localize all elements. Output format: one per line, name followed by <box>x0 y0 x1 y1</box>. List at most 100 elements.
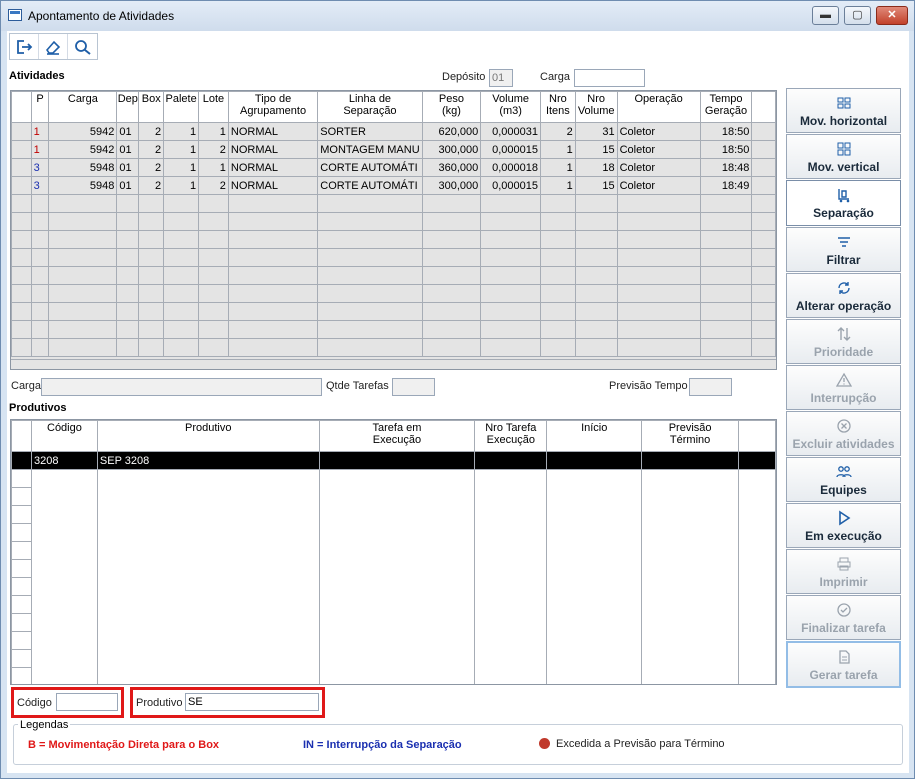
clear-button[interactable] <box>39 34 68 59</box>
excluir-atividades-button[interactable]: Excluir atividades <box>786 411 901 456</box>
row-selector[interactable] <box>11 122 32 141</box>
maximize-button[interactable]: ▢ <box>844 6 871 25</box>
column-header[interactable]: Operação <box>616 91 701 123</box>
atividades-scrollbar[interactable] <box>11 359 776 369</box>
column-header[interactable]: Tempo Geração <box>699 91 753 123</box>
row-selector[interactable] <box>11 559 32 578</box>
table-row[interactable] <box>11 523 776 542</box>
row-selector[interactable] <box>11 541 32 560</box>
row-selector[interactable] <box>11 158 32 177</box>
finalizar-tarefa-button[interactable]: Finalizar tarefa <box>786 595 901 640</box>
alterar-operação-button[interactable]: Alterar operação <box>786 273 901 318</box>
filtrar-button[interactable]: Filtrar <box>786 227 901 272</box>
table-row[interactable] <box>11 667 776 684</box>
column-header[interactable]: Palete <box>163 91 200 123</box>
row-selector[interactable] <box>11 212 32 231</box>
column-header[interactable]: Dep <box>116 91 140 123</box>
column-header[interactable]: Volume (m3) <box>480 91 542 123</box>
produtivo-filter-input[interactable]: SE <box>185 693 319 711</box>
table-row[interactable] <box>11 266 776 285</box>
row-selector[interactable] <box>11 320 32 339</box>
equipes-button[interactable]: Equipes <box>786 457 901 502</box>
table-row[interactable] <box>11 230 776 249</box>
table-row[interactable] <box>11 194 776 213</box>
interrupção-button[interactable]: Interrupção <box>786 365 901 410</box>
column-header[interactable]: Produtivo <box>96 420 320 452</box>
table-row[interactable] <box>11 559 776 578</box>
table-row[interactable] <box>11 338 776 357</box>
row-selector[interactable] <box>11 577 32 596</box>
row-selector[interactable] <box>11 230 32 249</box>
row-selector[interactable] <box>11 613 32 632</box>
table-row[interactable]: 1 5942 01 2 1 1 NORMAL SORTER 620,000 0,000031 2 31… <box>11 122 776 141</box>
previsao-tempo-field[interactable] <box>689 378 732 396</box>
table-row[interactable] <box>11 577 776 596</box>
column-header[interactable]: Peso (kg) <box>421 91 482 123</box>
row-selector[interactable] <box>11 176 32 195</box>
row-selector[interactable] <box>11 649 32 668</box>
table-row[interactable]: 3 5948 01 2 1 1 NORMAL CORTE AUTOMÁTI 360,000 0,0… <box>11 158 776 177</box>
row-selector[interactable] <box>11 487 32 506</box>
column-header[interactable]: Tarefa em Execução <box>318 420 476 452</box>
row-selector[interactable] <box>11 631 32 650</box>
table-row[interactable] <box>11 212 776 231</box>
separação-button[interactable]: Separação <box>786 180 901 226</box>
column-header[interactable] <box>11 420 32 452</box>
table-row[interactable] <box>11 541 776 560</box>
table-row[interactable] <box>11 284 776 303</box>
table-row[interactable] <box>11 487 776 506</box>
table-row[interactable] <box>11 505 776 524</box>
column-header[interactable]: Carga <box>48 91 118 123</box>
table-row[interactable]: 3 5948 01 2 1 2 NORMAL CORTE AUTOMÁTI 300,000 0,0… <box>11 176 776 195</box>
column-header[interactable]: Box <box>138 91 165 123</box>
table-row[interactable] <box>11 595 776 614</box>
imprimir-button[interactable]: Imprimir <box>786 549 901 594</box>
column-header[interactable] <box>11 91 32 123</box>
carga-field[interactable] <box>574 69 645 87</box>
table-row[interactable] <box>11 469 776 488</box>
row-selector[interactable] <box>11 266 32 285</box>
row-selector[interactable] <box>11 194 32 213</box>
mov-vertical-button[interactable]: Mov. vertical <box>786 134 901 179</box>
table-row[interactable]: 3208 SEP 3208 <box>11 451 776 470</box>
deposito-field[interactable]: 01 <box>489 69 513 87</box>
column-header[interactable]: Nro Itens <box>540 91 576 123</box>
row-selector[interactable] <box>11 505 32 524</box>
column-header[interactable]: Nro Volume <box>574 91 618 123</box>
column-header[interactable]: P <box>30 91 50 123</box>
column-header[interactable]: Código <box>30 420 98 452</box>
qtde-tarefas-field[interactable] <box>392 378 435 396</box>
table-row[interactable] <box>11 631 776 650</box>
table-row[interactable]: 1 5942 01 2 1 2 NORMAL MONTAGEM MANU 300,000 0,00… <box>11 140 776 159</box>
column-header[interactable]: Tipo de Agrupamento <box>227 91 319 123</box>
table-row[interactable] <box>11 248 776 267</box>
row-selector[interactable] <box>11 248 32 267</box>
minimize-button[interactable]: ▬ <box>812 6 839 25</box>
table-row[interactable] <box>11 302 776 321</box>
table-row[interactable] <box>11 649 776 668</box>
column-header[interactable]: Lote <box>198 91 229 123</box>
row-selector[interactable] <box>11 140 32 159</box>
gerar-tarefa-button[interactable]: Gerar tarefa <box>786 641 901 688</box>
column-header[interactable]: Nro Tarefa Execução <box>474 420 548 452</box>
row-selector[interactable] <box>11 595 32 614</box>
em-execução-button[interactable]: Em execução <box>786 503 901 548</box>
row-selector[interactable] <box>11 451 32 470</box>
prioridade-button[interactable]: Prioridade <box>786 319 901 364</box>
column-header[interactable]: Linha de Separação <box>317 91 423 123</box>
mov-horizontal-button[interactable]: Mov. horizontal <box>786 88 901 133</box>
codigo-filter-input[interactable] <box>56 693 118 711</box>
exit-button[interactable] <box>10 34 39 59</box>
close-button[interactable]: ✕ <box>876 6 908 25</box>
row-selector[interactable] <box>11 667 32 684</box>
row-selector[interactable] <box>11 469 32 488</box>
column-header[interactable]: Previsão Término <box>641 420 740 452</box>
carga-bottom-field[interactable] <box>41 378 322 396</box>
row-selector[interactable] <box>11 523 32 542</box>
table-row[interactable] <box>11 320 776 339</box>
column-header[interactable]: Início <box>546 420 643 452</box>
row-selector[interactable] <box>11 338 32 357</box>
row-selector[interactable] <box>11 284 32 303</box>
search-button[interactable] <box>68 34 97 59</box>
table-row[interactable] <box>11 613 776 632</box>
